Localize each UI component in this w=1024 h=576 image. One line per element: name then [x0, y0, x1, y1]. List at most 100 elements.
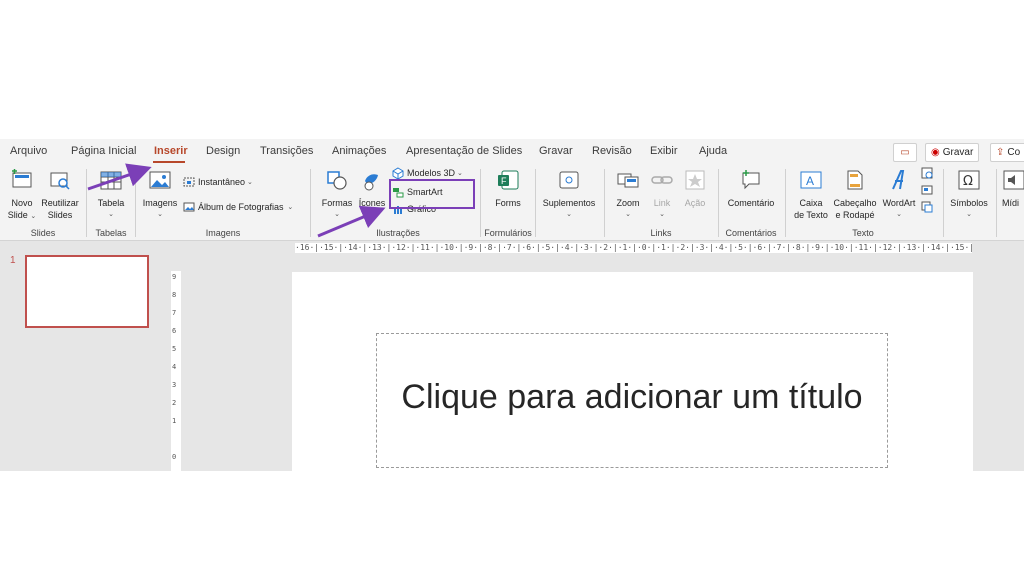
reutilizar-label-2: Slides [47, 210, 73, 220]
group-separator [604, 169, 605, 237]
instantaneo-button[interactable]: Instantâneo ⌄ [183, 176, 253, 188]
midia-button[interactable]: Mídi [1002, 169, 1024, 209]
group-label-links: Links [650, 228, 672, 238]
tab-apresentacao[interactable]: Apresentação de Slides [406, 145, 522, 157]
group-label-formularios: Formulários [484, 228, 532, 238]
addins-icon [559, 171, 579, 189]
textbox-icon: A [800, 171, 822, 189]
tab-gravar[interactable]: Gravar [539, 145, 573, 157]
powerpoint-window: Arquivo Página Inicial Inserir Design Tr… [0, 139, 1024, 471]
chevron-down-icon: ⌄ [566, 211, 572, 218]
simbolos-button[interactable]: Ω Símbolos ⌄ [948, 169, 990, 221]
tabela-button[interactable]: Tabela ⌄ [93, 169, 129, 221]
cabecalho-label-2: e Rodapé [835, 210, 875, 220]
svg-text:F: F [501, 176, 507, 186]
share-icon: ⇪ [996, 147, 1005, 158]
zoom-button[interactable]: Zoom ⌄ [612, 169, 644, 221]
screenshot-icon [183, 177, 195, 187]
action-star-icon [685, 170, 705, 190]
zoom-icon [617, 173, 639, 188]
shapes-icon [327, 171, 347, 190]
novo-slide-button[interactable]: Novo Slide ⌄ [6, 169, 38, 223]
vruler-num: 8 [172, 291, 177, 299]
modelos3d-button[interactable]: Modelos 3D ⌄ [392, 167, 463, 179]
caixa-de-texto-button[interactable]: A Caixa de Texto [792, 169, 830, 221]
date-time-icon[interactable] [921, 167, 933, 179]
tab-ajuda[interactable]: Ajuda [699, 145, 727, 157]
group-label-comentarios: Comentários [725, 228, 777, 238]
tab-exibir[interactable]: Exibir [650, 145, 678, 157]
tab-inserir[interactable]: Inserir [154, 145, 188, 157]
ribbon-tabs: Arquivo Página Inicial Inserir Design Tr… [0, 139, 1024, 165]
vruler-num: 1 [172, 417, 177, 425]
group-separator [535, 169, 536, 237]
tab-design[interactable]: Design [206, 145, 240, 157]
formas-label: Formas [321, 198, 353, 208]
album-label: Álbum de Fotografias [198, 202, 284, 212]
group-label-imagens: Imagens [205, 228, 241, 238]
smartart-highlight-box [389, 179, 475, 209]
album-button[interactable]: Álbum de Fotografias ⌄ [183, 201, 293, 213]
vertical-ruler: 9 8 7 6 5 4 3 2 1 0 [171, 271, 181, 471]
record-button[interactable]: ◉ Gravar [925, 143, 980, 162]
horizontal-ruler: ·16·|·15·|·14·|·13·|·12·|·11·|·10·|·9·|·… [295, 243, 972, 253]
chevron-down-icon: ⌄ [966, 211, 972, 218]
group-separator [996, 169, 997, 237]
slide-thumbnail-1[interactable] [25, 255, 149, 328]
active-tab-underline [153, 161, 185, 163]
tab-revisao[interactable]: Revisão [592, 145, 632, 157]
svg-text:Ω: Ω [963, 174, 973, 189]
comment-bubble-button[interactable]: ▭ [893, 143, 917, 162]
vruler-num: 9 [172, 273, 177, 281]
text-small-buttons [921, 167, 935, 213]
icones-label: Ícones [358, 198, 386, 208]
formas-button[interactable]: Formas ⌄ [318, 169, 356, 221]
comentario-label: Comentário [727, 198, 775, 208]
title-placeholder[interactable]: Clique para adicionar um título [376, 333, 888, 468]
vruler-num: 7 [172, 309, 177, 317]
comments-button[interactable]: ⇪ Co [990, 143, 1024, 162]
wordart-icon [892, 170, 905, 190]
slide-canvas[interactable]: Clique para adicionar um título [292, 272, 973, 471]
wordart-label: WordArt [882, 198, 916, 208]
tab-pagina-inicial[interactable]: Página Inicial [71, 145, 136, 157]
caixa-label-1: Caixa [799, 198, 823, 208]
imagens-button[interactable]: Imagens ⌄ [140, 169, 180, 221]
group-separator [135, 169, 136, 237]
svg-text:A: A [806, 174, 814, 188]
group-separator [86, 169, 87, 237]
wordart-button[interactable]: WordArt ⌄ [880, 169, 918, 221]
new-comment-icon [742, 170, 760, 190]
caixa-label-2: de Texto [794, 210, 828, 220]
suplementos-label: Suplementos [542, 198, 596, 208]
vruler-num: 5 [172, 345, 177, 353]
comment-icon: ▭ [900, 147, 910, 158]
group-separator [480, 169, 481, 237]
record-label: Gravar [942, 147, 974, 158]
group-label-texto: Texto [852, 228, 874, 238]
chevron-down-icon: ⌄ [334, 211, 340, 218]
comentario-button[interactable]: Comentário [722, 169, 780, 209]
photo-album-icon [183, 202, 195, 212]
slide-thumbnails-pane: 1 [0, 241, 166, 471]
tabela-label: Tabela [97, 198, 125, 208]
zoom-label: Zoom [616, 198, 640, 208]
icons-icon [364, 174, 378, 191]
acao-label: Ação [684, 198, 706, 208]
reutilizar-slides-button[interactable]: Reutilizar Slides [40, 169, 80, 221]
acao-button[interactable]: Ação [680, 169, 710, 209]
tab-arquivo[interactable]: Arquivo [10, 145, 47, 157]
tab-animacoes[interactable]: Animações [332, 145, 386, 157]
cabecalho-rodape-button[interactable]: Cabeçalho e Rodapé [832, 169, 878, 221]
comments-label: Co [1007, 147, 1021, 158]
object-icon[interactable] [921, 201, 933, 213]
group-separator [718, 169, 719, 237]
forms-button[interactable]: F Forms [490, 169, 526, 209]
slide-number-icon[interactable] [921, 184, 933, 196]
tab-transicoes[interactable]: Transições [260, 145, 313, 157]
link-button[interactable]: Link ⌄ [647, 169, 677, 221]
modelos3d-label: Modelos 3D [407, 168, 456, 178]
suplementos-button[interactable]: Suplementos ⌄ [540, 169, 598, 221]
icones-button[interactable]: Ícones [356, 169, 388, 209]
vruler-num: 4 [172, 363, 177, 371]
